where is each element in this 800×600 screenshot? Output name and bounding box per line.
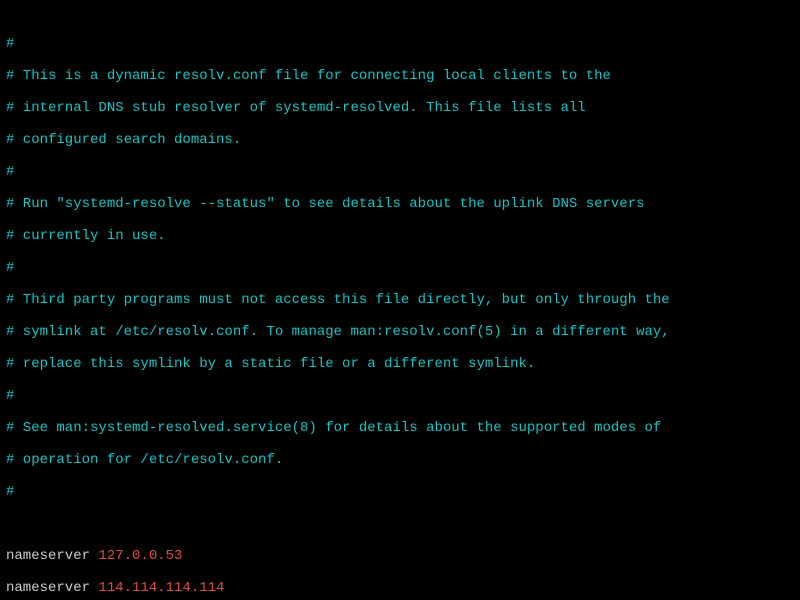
comment-line: # configured search domains.	[6, 132, 794, 148]
comment-line: # This is a dynamic resolv.conf file for…	[6, 68, 794, 84]
comment-line: # internal DNS stub resolver of systemd-…	[6, 100, 794, 116]
comment-line: #	[6, 484, 794, 500]
comment-line: # operation for /etc/resolv.conf.	[6, 452, 794, 468]
nameserver-ip: 114.114.114.114	[98, 580, 224, 596]
nameserver-line-2: nameserver 114.114.114.114	[6, 580, 794, 596]
comment-line: # currently in use.	[6, 228, 794, 244]
file-content: # # This is a dynamic resolv.conf file f…	[6, 20, 794, 600]
comment-line: #	[6, 388, 794, 404]
comment-line: # symlink at /etc/resolv.conf. To manage…	[6, 324, 794, 340]
comment-line: # Third party programs must not access t…	[6, 292, 794, 308]
comment-line: #	[6, 36, 794, 52]
nameserver-ip: 127.0.0.53	[98, 548, 182, 564]
comment-line: # replace this symlink by a static file …	[6, 356, 794, 372]
comment-line: #	[6, 164, 794, 180]
comment-line: # Run "systemd-resolve --status" to see …	[6, 196, 794, 212]
comment-line: #	[6, 260, 794, 276]
terminal-viewport[interactable]: # # This is a dynamic resolv.conf file f…	[0, 0, 800, 600]
blank-line	[6, 516, 794, 532]
nameserver-line-1: nameserver 127.0.0.53	[6, 548, 794, 564]
nameserver-keyword: nameserver	[6, 548, 90, 564]
comment-line: # See man:systemd-resolved.service(8) fo…	[6, 420, 794, 436]
nameserver-keyword: nameserver	[6, 580, 90, 596]
